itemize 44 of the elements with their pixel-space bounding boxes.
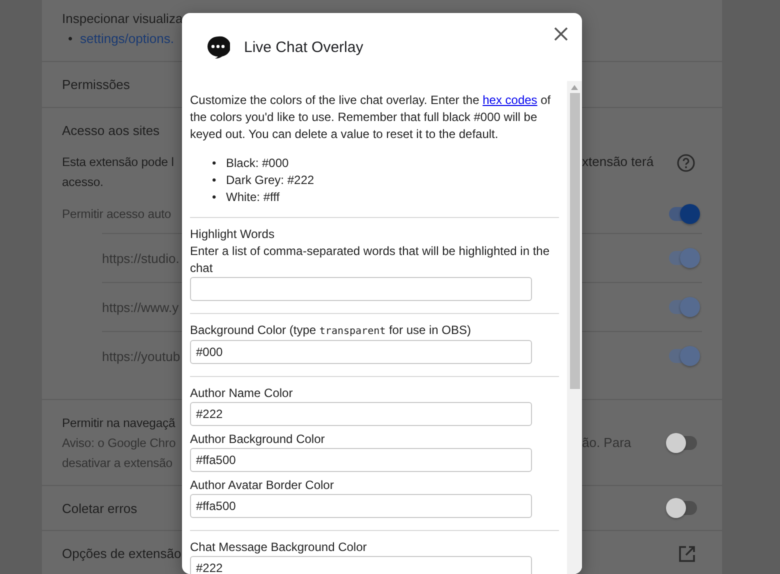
bullet: • xyxy=(68,31,74,46)
setting-label: Permitir acesso auto xyxy=(62,207,172,221)
color-field[interactable]: #222 xyxy=(190,402,532,426)
color-field[interactable]: #222 xyxy=(190,556,532,574)
default-color-item: Black: #000 xyxy=(226,155,289,172)
close-icon[interactable] xyxy=(554,27,568,41)
field-label: Author Avatar Border Color xyxy=(190,477,335,494)
site-url: https://youtub xyxy=(102,348,180,364)
setting-label: Opções de extensão xyxy=(62,546,182,561)
section-title: Inspecionar visualiza xyxy=(62,11,184,26)
field-label: Author Name Color xyxy=(190,385,294,402)
color-field[interactable] xyxy=(190,277,532,301)
bullet: • xyxy=(212,155,218,172)
warning-text: desativar a extensão xyxy=(62,455,174,472)
field-label: Background Color (type transparent for use in OBS) xyxy=(190,322,472,339)
section-title: Acesso aos sites xyxy=(62,123,160,138)
field-label: Chat Message Background Color xyxy=(190,539,368,556)
scrollbar[interactable] xyxy=(567,81,582,574)
field-label: Highlight Words xyxy=(190,226,276,243)
dialog-title: Live Chat Overlay xyxy=(244,38,364,56)
intro-paragraph: Customize the colors of the live chat overlay. Enter the hex codes of the colors you'd like to use. Remember that full black #000 will be keyed out. You can delete a value to reset it to the default. xyxy=(190,92,552,143)
bullet: • xyxy=(212,172,218,189)
hex-codes-link[interactable]: hex codes xyxy=(482,93,538,107)
field-description: Enter a list of comma-separated words that will be highlighted in the chat xyxy=(190,243,551,277)
color-field[interactable]: #000 xyxy=(190,340,532,364)
default-color-item: Dark Grey: #222 xyxy=(226,172,314,189)
description-text: acesso. xyxy=(62,174,104,191)
setting-label: Coletar erros xyxy=(62,500,138,516)
section-title: Permissões xyxy=(62,77,130,92)
color-field[interactable]: #ffa500 xyxy=(190,494,532,518)
site-url: https://studio. xyxy=(102,250,180,266)
setting-label: Permitir na navegaçã xyxy=(62,415,176,432)
description-text: xtensão terá xyxy=(582,153,654,171)
field-label: Author Background Color xyxy=(190,431,326,448)
bullet: • xyxy=(212,189,218,206)
site-url: https://www.y xyxy=(102,300,179,314)
chat-bubble-icon xyxy=(206,35,230,59)
warning-text: Aviso: o Google Chro xyxy=(62,435,177,452)
color-field[interactable]: #ffa500 xyxy=(190,448,532,472)
description-text: Esta extensão pode l xyxy=(62,154,175,171)
scroll-up-arrow-icon[interactable] xyxy=(571,85,578,90)
default-color-item: White: #fff xyxy=(226,189,280,206)
external-link-icon[interactable] xyxy=(678,544,696,562)
help-icon[interactable] xyxy=(676,153,696,173)
